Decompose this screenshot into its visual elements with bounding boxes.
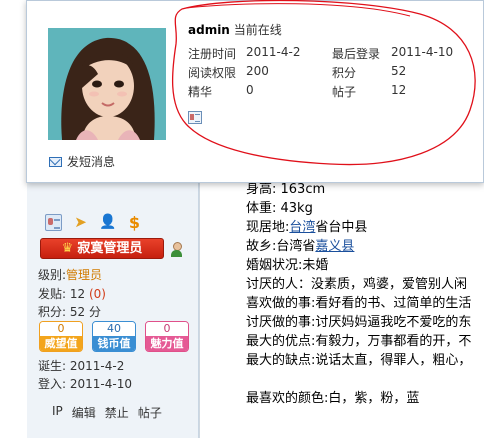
born-line: 诞生: 2011-4-2 [38,359,125,373]
residence-link[interactable]: 台湾 [289,220,315,235]
profile-card-icon[interactable] [45,214,62,231]
points-value: 52 分 [69,305,101,319]
info-lastlogin-label: 最后登录 [332,47,381,61]
info-posts-label: 帖子 [332,85,357,99]
info-reg-value: 2011-4-2 [246,45,301,59]
bio-residence: 现居地:台湾省台中县 [246,220,368,235]
login-line: 登入: 2011-4-10 [38,377,132,391]
user-action-icons: ➤ 👤 $ [45,214,143,231]
bio-dislike-people: 讨厌的人：没素质，鸡婆，爱管别人闲 [246,277,468,292]
send-message-label: 发短消息 [67,155,116,169]
info-digest-label: 精华 [188,85,213,99]
info-points-label: 积分 [332,66,357,80]
column-divider [199,180,200,438]
born-value: 2011-4-2 [69,359,125,373]
login-value: 2011-4-10 [69,377,132,391]
envelope-icon [49,156,62,167]
rank-badge-label: 寂寞管理员 [77,241,143,256]
crown-icon: ♛ [61,241,74,256]
info-readperm-value: 200 [246,64,269,78]
bio-strength: 最大的优点:有毅力，万事都看的开，不 [246,334,472,349]
post-actions: IP 编辑 禁止 帖子 [52,404,162,421]
avatar-photo [48,28,166,140]
posts-extra: (0) [88,287,106,301]
info-points-value: 52 [391,64,407,78]
bio-hometown: 故乡:台湾省嘉义县 [246,239,355,254]
bio-text: 身高: 163cm 体重: 43kg 现居地:台湾省台中县 故乡:台湾省嘉义县 … [246,180,484,408]
posts-value: 12 [69,287,86,301]
points-line: 积分: 52 分 [38,305,101,319]
score-boxes: 0 威望值 40 钱币值 0 魅力值 [39,321,189,352]
info-readperm-label: 阅读权限 [188,66,237,80]
bio-fav-color: 最喜欢的颜色:白，紫，粉，蓝 [246,391,420,406]
hometown-link[interactable]: 嘉义县 [315,239,354,254]
add-friend-icon[interactable]: 👤 [99,214,116,231]
charm-box: 0 魅力值 [145,321,189,352]
bio-marital: 婚姻状况:未婚 [246,258,329,273]
bio-dislike-do: 讨厌做的事:讨厌妈妈逼我吃不爱吃的东 [246,315,472,330]
info-posts-value: 12 [391,83,407,97]
send-message-link[interactable]: 发短消息 [49,153,115,170]
info-digest-value: 0 [246,83,254,97]
info-lastlogin-value: 2011-4-10 [391,45,454,59]
edit-link[interactable]: 编辑 [72,404,96,421]
ban-link[interactable]: 禁止 [105,404,129,421]
online-status: 当前在线 [233,23,282,37]
bio-weight: 体重: 43kg [246,201,313,216]
posts-link[interactable]: 帖子 [138,404,162,421]
rank-badge: ♛ 寂寞管理员 [40,238,164,259]
popup-username[interactable]: admin [188,23,230,37]
dollar-icon[interactable]: $ [126,214,143,231]
user-status-icon [170,242,182,257]
bio-spacer [246,370,484,389]
level-value: 管理员 [66,268,103,282]
bio-weakness: 最大的缺点:说话太直，得罪人，粗心， [246,353,472,368]
popup-username-line: admin 当前在线 [188,21,282,38]
prestige-box: 0 威望值 [39,321,83,352]
user-info-popup: 发短消息 admin 当前在线 注册时间 2011-4-2 最后登录 2011-… [26,0,484,183]
profile-card-icon[interactable] [188,111,202,124]
avatar[interactable] [48,28,166,140]
paper-plane-icon[interactable]: ➤ [72,214,89,231]
posts-line: 发贴: 12 (0) [38,287,106,301]
bio-like-do: 喜欢做的事:看好看的书、过简单的生活 [246,296,472,311]
ip-link[interactable]: IP [52,404,63,421]
coins-box: 40 钱币值 [92,321,136,352]
level-line: 级别:管理员 [38,268,103,282]
info-reg-label: 注册时间 [188,47,237,61]
